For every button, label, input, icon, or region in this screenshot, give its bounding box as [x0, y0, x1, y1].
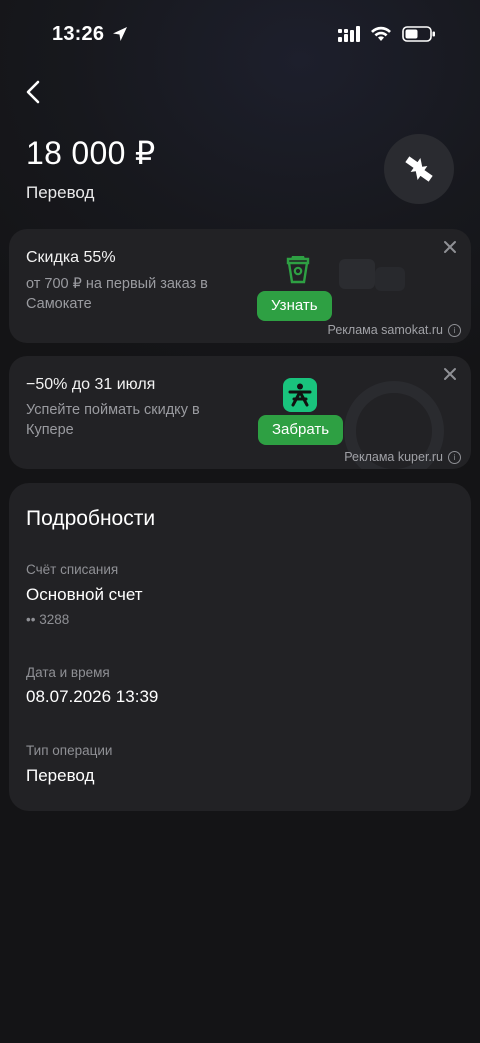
location-arrow-icon [113, 27, 127, 41]
ad-cta-button[interactable]: Забрать [258, 415, 344, 445]
kuper-logo-icon [283, 378, 317, 412]
ad-reference[interactable]: Реклама kuper.ru i [344, 450, 461, 464]
date-value: 08.07.2026 13:39 [26, 687, 159, 706]
operation-type-value: Перевод [26, 766, 95, 785]
ad-reference-label: Реклама samokat.ru [327, 323, 443, 337]
transfer-arrows-icon [405, 156, 433, 182]
ad-description: от 700 ₽ на первый заказ в Самокате [26, 276, 208, 312]
account-value[interactable]: Основной счет [26, 585, 143, 605]
details-card: Подробности Счёт списания Основной счет … [9, 483, 471, 811]
info-icon[interactable]: i [448, 450, 461, 464]
ad-product-image [375, 267, 405, 291]
status-icons [338, 26, 436, 42]
details-heading: Подробности [26, 507, 156, 530]
ad-reference-label: Реклама kuper.ru [344, 450, 443, 464]
ad-title: Скидка 55% [26, 249, 116, 266]
ad-description: Успейте поймать скидку в Купере [26, 402, 200, 438]
transfer-category-icon [384, 134, 454, 204]
ad-title: −50% до 31 июля [26, 376, 156, 393]
transfer-amount: 18 000 ₽ [26, 135, 156, 171]
ad-product-image [339, 259, 375, 289]
operation-type-label: Тип операции [26, 743, 113, 758]
account-number: •• 3288 [26, 612, 70, 627]
status-time: 13:26 [52, 23, 105, 45]
wifi-icon [371, 26, 391, 41]
samokat-cup-icon [286, 256, 310, 284]
ad-card-kuper[interactable]: −50% до 31 июля Успейте поймать скидку в… [9, 356, 471, 469]
back-button[interactable] [20, 78, 46, 106]
ad-cta-button[interactable]: Узнать [257, 291, 332, 321]
battery-icon [402, 26, 435, 42]
close-icon[interactable] [443, 240, 457, 254]
date-label: Дата и время [26, 665, 110, 680]
status-bar: 13:26 [0, 0, 480, 70]
transfer-type-subtitle: Перевод [26, 183, 95, 202]
info-icon[interactable]: i [448, 323, 461, 337]
account-label: Счёт списания [26, 562, 119, 577]
signal-icon [338, 26, 360, 42]
chevron-left-icon [26, 80, 40, 104]
ad-card-samokat[interactable]: Скидка 55% от 700 ₽ на первый заказ в Са… [9, 229, 471, 343]
ad-reference[interactable]: Реклама samokat.ru i [328, 323, 461, 337]
close-icon[interactable] [443, 367, 457, 381]
